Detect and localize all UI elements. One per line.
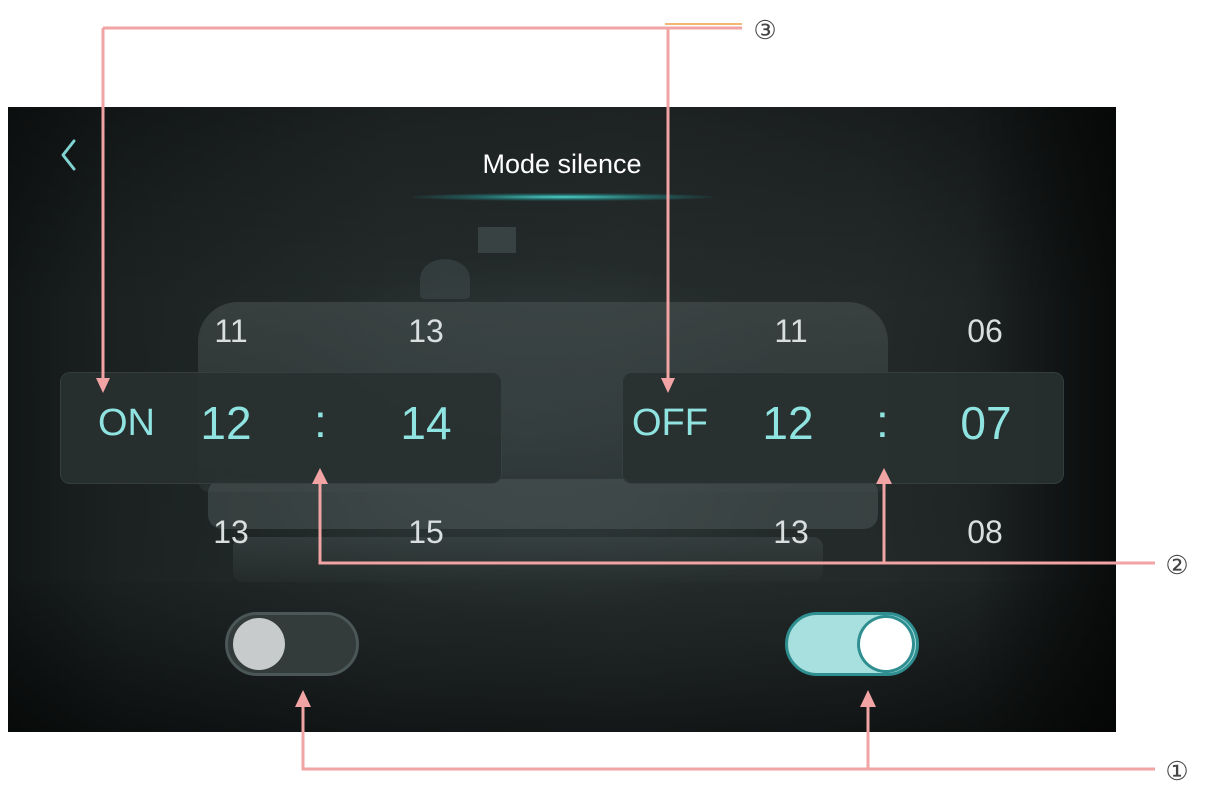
callout-1-label: ① <box>1165 756 1189 786</box>
off-hour-value[interactable]: 12 <box>743 396 833 450</box>
on-schedule-toggle[interactable] <box>225 612 359 676</box>
off-hour-prev[interactable]: 11 <box>751 313 831 350</box>
callout-3-label: ③ <box>753 15 777 45</box>
off-time-picker[interactable]: OFF 12 : 07 <box>622 372 1064 484</box>
on-time-separator: : <box>314 395 327 447</box>
on-hour-value[interactable]: 12 <box>181 396 271 450</box>
toggle-knob <box>233 618 285 670</box>
on-time-picker[interactable]: ON 12 : 14 <box>60 372 502 484</box>
title-underline-glow <box>413 193 713 201</box>
page-title: Mode silence <box>482 149 642 179</box>
off-minute-prev[interactable]: 06 <box>945 313 1025 350</box>
on-minute-value[interactable]: 14 <box>381 396 471 450</box>
off-time-separator: : <box>876 395 889 447</box>
off-minute-value[interactable]: 07 <box>941 396 1031 450</box>
on-hour-prev[interactable]: 11 <box>191 313 271 350</box>
off-hour-next[interactable]: 13 <box>751 514 831 551</box>
off-label: OFF <box>632 402 708 444</box>
background-floor <box>8 582 1116 732</box>
device-screen: Mode silence 11 13 13 15 11 06 13 08 ON … <box>8 107 1116 732</box>
page: Mode silence 11 13 13 15 11 06 13 08 ON … <box>0 0 1205 790</box>
background-table <box>233 537 823 582</box>
on-label: ON <box>98 402 155 444</box>
background-wall <box>8 107 1116 307</box>
on-minute-prev[interactable]: 13 <box>386 313 466 350</box>
on-minute-next[interactable]: 15 <box>386 514 466 551</box>
background-lamp <box>420 259 470 299</box>
off-schedule-toggle[interactable] <box>785 612 919 676</box>
on-hour-next[interactable]: 13 <box>191 514 271 551</box>
off-minute-next[interactable]: 08 <box>945 514 1025 551</box>
toggle-knob <box>860 618 912 670</box>
background-picture-frame <box>478 227 516 253</box>
callout-2-label: ② <box>1165 550 1189 580</box>
